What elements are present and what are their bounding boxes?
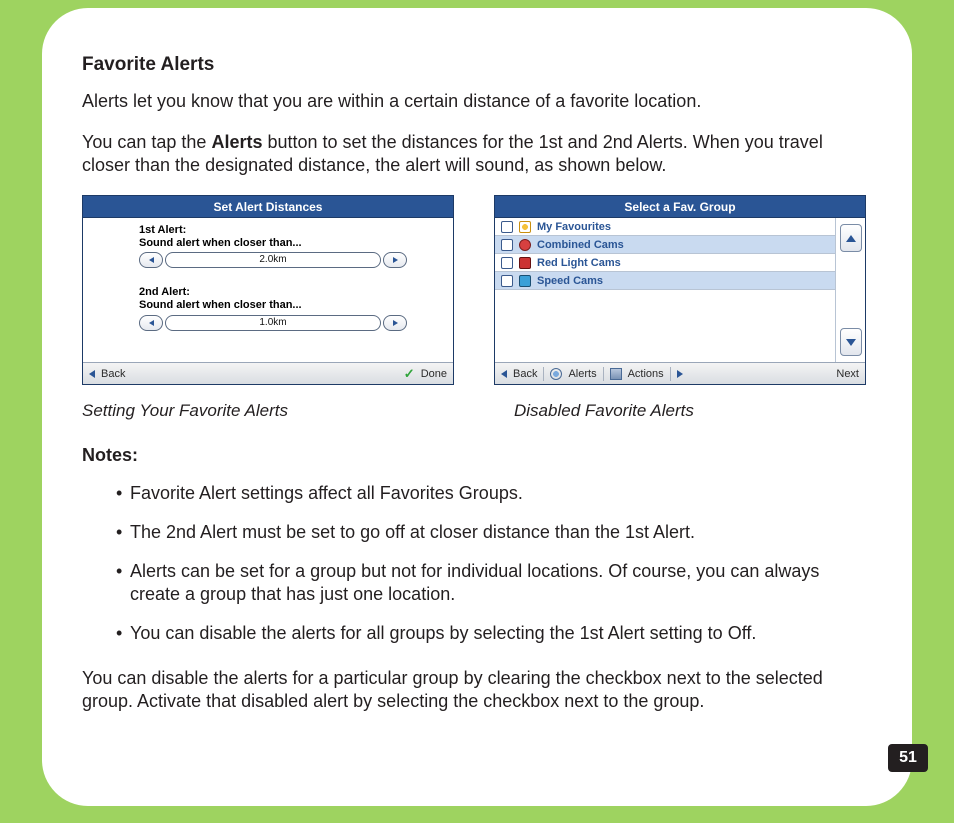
note-item: • Favorite Alert settings affect all Fav…: [116, 482, 872, 505]
notes-list: • Favorite Alert settings affect all Fav…: [82, 482, 872, 645]
star-icon: [519, 221, 531, 233]
actions-button[interactable]: Actions: [628, 368, 664, 380]
item-label: Combined Cams: [537, 239, 624, 251]
captions-row: Setting Your Favorite Alerts Disabled Fa…: [82, 391, 872, 421]
first-alert-section: 1st Alert: Sound alert when closer than.…: [83, 218, 453, 268]
arrow-right-icon: [393, 320, 398, 326]
window-footer: Back ✓ Done: [83, 362, 453, 384]
alert1-line2: Sound alert when closer than...: [139, 237, 302, 249]
scroll-up-button[interactable]: [840, 224, 862, 252]
globe-icon: [550, 368, 562, 380]
first-alert-stepper: 2.0km: [139, 252, 407, 268]
notes-heading: Notes:: [82, 445, 872, 466]
second-alert-section: 2nd Alert: Sound alert when closer than.…: [83, 280, 453, 330]
screenshots-row: Set Alert Distances 1st Alert: Sound ale…: [82, 195, 872, 385]
note-text: You can disable the alerts for all group…: [130, 622, 872, 645]
back-button[interactable]: Back: [101, 368, 125, 380]
note-text: The 2nd Alert must be set to go off at c…: [130, 521, 872, 544]
increase-button[interactable]: [383, 252, 407, 268]
list-item[interactable]: Red Light Cams: [495, 254, 835, 272]
separator: [603, 367, 604, 381]
separator: [670, 367, 671, 381]
note-text: Favorite Alert settings affect all Favor…: [130, 482, 872, 505]
second-alert-stepper: 1.0km: [139, 315, 407, 331]
item-label: Speed Cams: [537, 275, 603, 287]
window-body: My Favourites Combined Cams Red Light Ca: [495, 218, 865, 362]
note-text: Alerts can be set for a group but not fo…: [130, 560, 872, 606]
increase-button[interactable]: [383, 315, 407, 331]
arrow-up-icon: [846, 235, 856, 242]
arrow-down-icon: [846, 339, 856, 346]
body-wrap: My Favourites Combined Cams Red Light Ca: [495, 218, 865, 362]
alerts-button[interactable]: Alerts: [568, 368, 596, 380]
done-button[interactable]: Done: [421, 368, 447, 380]
para2-bold: Alerts: [211, 132, 262, 152]
speed-icon: [519, 275, 531, 287]
back-button[interactable]: Back: [513, 368, 537, 380]
second-alert-label: 2nd Alert: Sound alert when closer than.…: [139, 286, 407, 311]
device-frame: Set Alert Distances 1st Alert: Sound ale…: [82, 195, 454, 385]
checkbox[interactable]: [501, 257, 513, 269]
next-button[interactable]: Next: [836, 368, 859, 380]
window-body: 1st Alert: Sound alert when closer than.…: [83, 218, 453, 362]
checkmark-icon: ✓: [404, 366, 415, 382]
arrow-right-icon: [393, 257, 398, 263]
arrow-left-icon: [149, 257, 154, 263]
list-item[interactable]: My Favourites: [495, 218, 835, 236]
camera-icon: [519, 257, 531, 269]
note-item: • The 2nd Alert must be set to go off at…: [116, 521, 872, 544]
back-arrow-icon: [89, 370, 95, 378]
manual-page: Favorite Alerts Alerts let you know that…: [42, 8, 912, 806]
red-circle-icon: [519, 239, 531, 251]
screenshot-select-fav-group: Select a Fav. Group My Favourites: [494, 195, 866, 385]
checkbox[interactable]: [501, 275, 513, 287]
paragraph-2: You can tap the Alerts button to set the…: [82, 131, 872, 177]
checkbox[interactable]: [501, 221, 513, 233]
alert2-line2: Sound alert when closer than...: [139, 299, 302, 311]
screenshot-set-alert-distances: Set Alert Distances 1st Alert: Sound ale…: [82, 195, 454, 385]
alert2-line1: 2nd Alert:: [139, 286, 190, 298]
window-titlebar: Set Alert Distances: [83, 196, 453, 218]
caption-right: Disabled Favorite Alerts: [494, 401, 866, 421]
item-label: My Favourites: [537, 221, 611, 233]
favorites-list: My Favourites Combined Cams Red Light Ca: [495, 218, 835, 362]
para2-pre: You can tap the: [82, 132, 211, 152]
caption-left: Setting Your Favorite Alerts: [82, 401, 454, 421]
window-footer: Back Alerts Actions Next: [495, 362, 865, 384]
next-arrow-icon: [677, 370, 683, 378]
item-label: Red Light Cams: [537, 257, 621, 269]
page-number: 51: [888, 744, 928, 772]
closing-paragraph: You can disable the alerts for a particu…: [82, 667, 872, 713]
intro-paragraph: Alerts let you know that you are within …: [82, 90, 872, 113]
decrease-button[interactable]: [139, 315, 163, 331]
second-alert-value[interactable]: 1.0km: [165, 315, 381, 331]
first-alert-value[interactable]: 2.0km: [165, 252, 381, 268]
scroll-down-button[interactable]: [840, 328, 862, 356]
back-arrow-icon: [501, 370, 507, 378]
checkbox[interactable]: [501, 239, 513, 251]
list-item[interactable]: Combined Cams: [495, 236, 835, 254]
arrow-left-icon: [149, 320, 154, 326]
note-item: • You can disable the alerts for all gro…: [116, 622, 872, 645]
device-frame: Select a Fav. Group My Favourites: [494, 195, 866, 385]
decrease-button[interactable]: [139, 252, 163, 268]
list-item[interactable]: Speed Cams: [495, 272, 835, 290]
window-titlebar: Select a Fav. Group: [495, 196, 865, 218]
separator: [543, 367, 544, 381]
section-title: Favorite Alerts: [82, 54, 872, 76]
alert1-line1: 1st Alert:: [139, 224, 186, 236]
scroll-column: [835, 218, 865, 362]
clapper-icon: [610, 368, 622, 380]
first-alert-label: 1st Alert: Sound alert when closer than.…: [139, 224, 407, 249]
note-item: • Alerts can be set for a group but not …: [116, 560, 872, 606]
